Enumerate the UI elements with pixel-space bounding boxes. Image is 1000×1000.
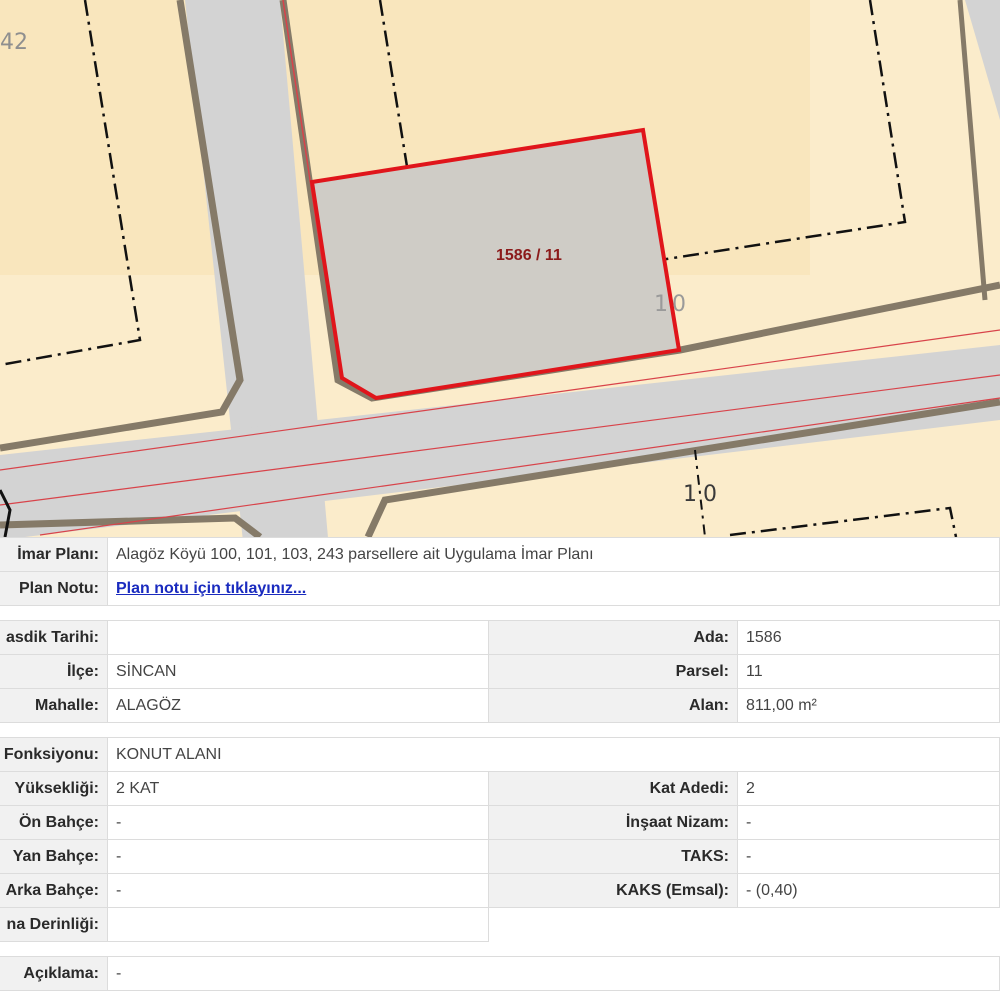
neighborhood-value: ALAGÖZ <box>108 689 489 723</box>
district-value: SİNCAN <box>108 655 489 689</box>
ada-value: 1586 <box>738 620 1000 655</box>
height-value: 2 KAT <box>108 772 489 806</box>
floor-count-value: 2 <box>738 772 1000 806</box>
taks-label: TAKS: <box>489 840 738 874</box>
table-row: İlçe: SİNCAN Parsel: 11 <box>0 655 1000 689</box>
plan-note-link[interactable]: Plan notu için tıklayınız... <box>116 580 306 597</box>
map-label-edge: 42 <box>0 30 28 55</box>
table-row: asdik Tarihi: Ada: 1586 <box>0 620 1000 655</box>
side-yard-label: Yan Bahçe: <box>0 840 108 874</box>
description-value: - <box>108 956 1000 991</box>
table-row: Plan Notu: Plan notu için tıklayınız... <box>0 572 1000 606</box>
plan-name-value: Alagöz Köyü 100, 101, 103, 243 parseller… <box>108 537 1000 572</box>
rear-yard-value: - <box>108 874 489 908</box>
front-yard-value: - <box>108 806 489 840</box>
table-row: Fonksiyonu: KONUT ALANI <box>0 737 1000 772</box>
build-order-value: - <box>738 806 1000 840</box>
table-row: Yan Bahçe: - TAKS: - <box>0 840 1000 874</box>
plan-table: İmar Planı: Alagöz Köyü 100, 101, 103, 2… <box>0 537 1000 991</box>
parcel-map[interactable]: 42 1586 / 11 10 10 <box>0 0 1000 537</box>
plan-name-label: İmar Planı: <box>0 537 108 572</box>
side-yard-value: - <box>108 840 489 874</box>
floor-count-label: Kat Adedi: <box>489 772 738 806</box>
table-row: İmar Planı: Alagöz Köyü 100, 101, 103, 2… <box>0 537 1000 572</box>
height-label: Yüksekliği: <box>0 772 108 806</box>
ada-label: Ada: <box>489 620 738 655</box>
parsel-value: 11 <box>738 655 1000 689</box>
parcel-info-panel: İmar Planı: Alagöz Köyü 100, 101, 103, 2… <box>0 537 1000 1000</box>
table-row: Mahalle: ALAGÖZ Alan: 811,00 m² <box>0 689 1000 723</box>
plan-note-label: Plan Notu: <box>0 572 108 606</box>
function-value: KONUT ALANI <box>108 737 1000 772</box>
function-label: Fonksiyonu: <box>0 737 108 772</box>
table-row: Ön Bahçe: - İnşaat Nizam: - <box>0 806 1000 840</box>
parcel-number-label: 10 <box>654 292 690 317</box>
table-row: Açıklama: - <box>0 956 1000 991</box>
taks-value: - <box>738 840 1000 874</box>
parcel-label: 1586 / 11 <box>496 247 562 264</box>
district-label: İlçe: <box>0 655 108 689</box>
kaks-value: - (0,40) <box>738 874 1000 908</box>
table-row: na Derinliği: <box>0 908 1000 942</box>
build-order-label: İnşaat Nizam: <box>489 806 738 840</box>
table-row: Arka Bahçe: - KAKS (Emsal): - (0,40) <box>0 874 1000 908</box>
neighborhood-label: Mahalle: <box>0 689 108 723</box>
parsel-label: Parsel: <box>489 655 738 689</box>
table-row: Yüksekliği: 2 KAT Kat Adedi: 2 <box>0 772 1000 806</box>
depth-label: na Derinliği: <box>0 908 108 942</box>
rear-yard-label: Arka Bahçe: <box>0 874 108 908</box>
map-drawing[interactable] <box>0 0 1000 537</box>
area-value: 811,00 m² <box>738 689 1000 723</box>
description-label: Açıklama: <box>0 956 108 991</box>
approval-date-value <box>108 620 489 655</box>
approval-date-label: asdik Tarihi: <box>0 620 108 655</box>
depth-value <box>108 908 489 942</box>
area-label: Alan: <box>489 689 738 723</box>
front-yard-label: Ön Bahçe: <box>0 806 108 840</box>
parcel-number-label-lower: 10 <box>683 482 723 507</box>
kaks-label: KAKS (Emsal): <box>489 874 738 908</box>
